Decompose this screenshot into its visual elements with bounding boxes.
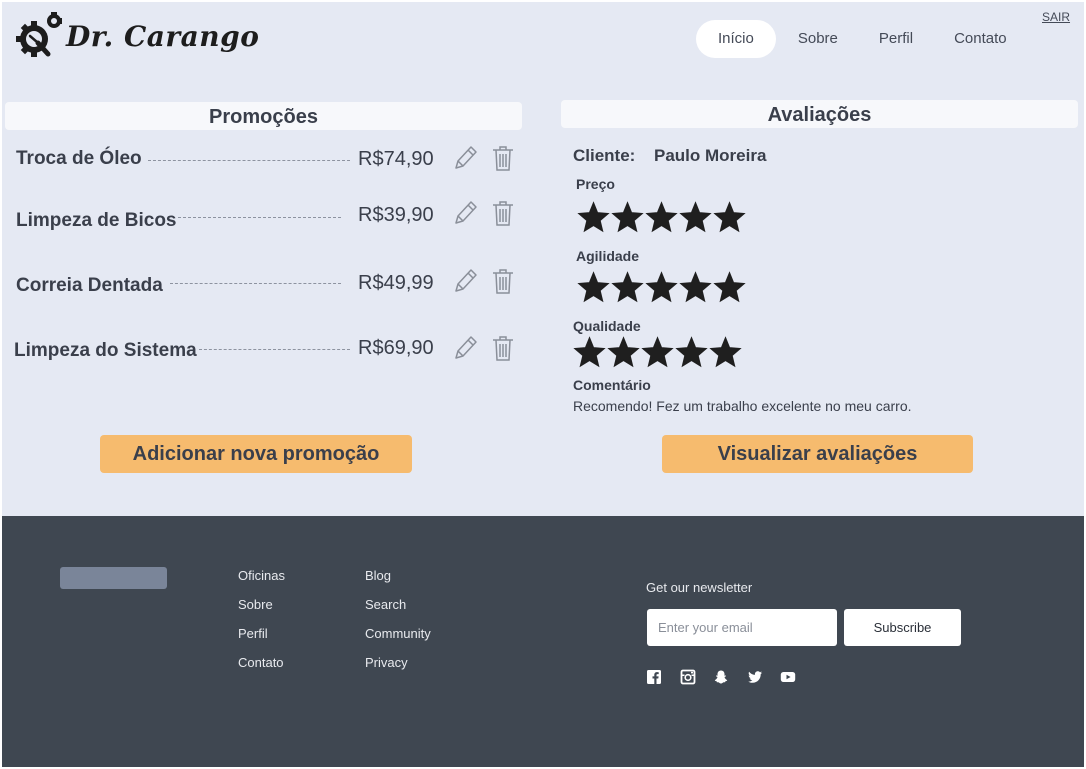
promotion-leader-dots: [199, 349, 350, 350]
star-icon: [641, 336, 674, 368]
star-icon: [675, 336, 708, 368]
pencil-icon[interactable]: [452, 144, 478, 172]
footer-link-perfil[interactable]: Perfil: [238, 626, 268, 641]
trash-icon[interactable]: [490, 199, 516, 227]
star-icon: [713, 271, 746, 303]
pencil-icon[interactable]: [452, 199, 478, 227]
trash-icon[interactable]: [490, 267, 516, 295]
promotion-leader-dots: [170, 283, 341, 284]
star-icon: [709, 336, 742, 368]
promotion-name: Correia Dentada: [16, 275, 163, 296]
promotion-name: Limpeza do Sistema: [14, 340, 197, 361]
star-icon: [645, 271, 678, 303]
star-rating-preco: [577, 201, 746, 234]
promotion-price: R$39,90: [358, 204, 434, 226]
star-icon: [713, 201, 746, 233]
nav-item-sobre[interactable]: Sobre: [776, 20, 860, 58]
footer-link-contato[interactable]: Contato: [238, 655, 284, 670]
trash-icon[interactable]: [490, 144, 516, 172]
star-icon: [679, 271, 712, 303]
promotion-row: Limpeza do Sistema R$69,90: [2, 333, 522, 363]
gear-magnifier-icon: [16, 12, 62, 57]
add-promotion-button[interactable]: Adicionar nova promoção: [100, 435, 412, 473]
instagram-icon[interactable]: [680, 669, 696, 685]
star-icon: [573, 336, 606, 368]
youtube-icon[interactable]: [780, 669, 796, 685]
star-icon: [577, 271, 610, 303]
site-footer: Oficinas Sobre Perfil Contato Blog Searc…: [2, 516, 1084, 767]
promotion-price: R$49,99: [358, 272, 434, 294]
nav-item-perfil[interactable]: Perfil: [860, 20, 932, 58]
pencil-icon[interactable]: [452, 267, 478, 295]
footer-link-oficinas[interactable]: Oficinas: [238, 568, 285, 583]
client-name: Paulo Moreira: [654, 146, 767, 165]
footer-link-blog[interactable]: Blog: [365, 568, 391, 583]
pencil-icon[interactable]: [452, 334, 478, 362]
promotions-title: Promoções: [5, 102, 522, 130]
comment-label: Comentário: [573, 377, 651, 393]
main-nav: Início Sobre Perfil Contato: [696, 20, 1029, 58]
logout-link[interactable]: SAIR: [1042, 10, 1070, 24]
star-icon: [577, 201, 610, 233]
footer-logo-placeholder: [60, 567, 167, 589]
view-reviews-button[interactable]: Visualizar avaliações: [662, 435, 973, 473]
footer-link-search[interactable]: Search: [365, 597, 406, 612]
brand-name: Dr. Carango: [66, 19, 260, 53]
criterion-label-agilidade: Agilidade: [576, 248, 640, 264]
star-icon: [611, 271, 644, 303]
promotion-name: Troca de Óleo: [16, 148, 142, 169]
nav-item-contato[interactable]: Contato: [932, 20, 1029, 58]
promotion-name: Limpeza de Bicos: [16, 210, 177, 231]
client-label: Cliente:: [573, 146, 636, 165]
promotion-price: R$74,90: [358, 148, 434, 170]
promotion-row: Correia Dentada R$49,99: [2, 267, 522, 297]
footer-link-privacy[interactable]: Privacy: [365, 655, 408, 670]
trash-icon[interactable]: [490, 334, 516, 362]
star-icon: [679, 201, 712, 233]
star-rating-qualidade: [573, 336, 742, 369]
subscribe-button[interactable]: Subscribe: [844, 609, 961, 646]
brand-logo[interactable]: Dr. Carango: [16, 12, 259, 60]
star-icon: [645, 201, 678, 233]
criterion-label-preco: Preço: [576, 176, 615, 192]
criterion-label-qualidade: Qualidade: [573, 318, 641, 334]
comment-text: Recomendo! Fez um trabalho excelente no …: [573, 398, 912, 414]
promotion-row: Troca de Óleo R$74,90: [2, 144, 522, 174]
star-icon: [611, 201, 644, 233]
twitter-icon[interactable]: [747, 669, 763, 685]
promotion-row: Limpeza de Bicos R$39,90: [2, 199, 522, 231]
promotion-leader-dots: [148, 160, 350, 161]
newsletter-email-input[interactable]: [647, 609, 837, 646]
reviews-title: Avaliações: [561, 100, 1078, 128]
footer-link-community[interactable]: Community: [365, 626, 431, 641]
snapchat-icon[interactable]: [713, 669, 729, 685]
footer-link-sobre[interactable]: Sobre: [238, 597, 273, 612]
promotion-leader-dots: [178, 217, 341, 218]
star-rating-agilidade: [577, 271, 746, 304]
promotion-price: R$69,90: [358, 337, 434, 359]
nav-item-inicio[interactable]: Início: [696, 20, 776, 58]
star-icon: [607, 336, 640, 368]
newsletter-label: Get our newsletter: [646, 580, 753, 595]
facebook-icon[interactable]: [646, 669, 662, 685]
